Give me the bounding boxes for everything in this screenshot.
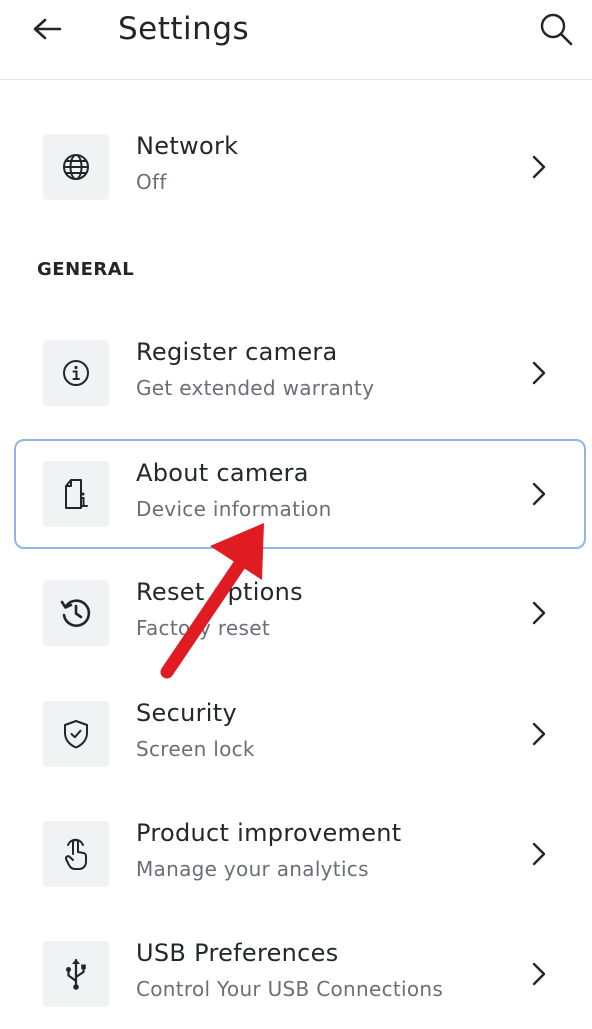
icon-container [43, 701, 109, 767]
arrow-left-icon [33, 18, 62, 40]
settings-item-network[interactable]: Network Off [14, 112, 586, 222]
touch-icon [64, 838, 87, 870]
icon-container [43, 821, 109, 887]
settings-item-product-improvement[interactable]: Product improvement Manage your analytic… [14, 799, 586, 909]
app-header: Settings [0, 0, 592, 80]
chevron-right-icon [528, 598, 550, 628]
item-title: Product improvement [136, 819, 402, 847]
chevron-right-icon [528, 152, 550, 182]
usb-icon [66, 958, 86, 990]
back-button[interactable] [30, 12, 64, 46]
item-title: Reset options [136, 578, 303, 606]
item-subtitle: Device information [136, 497, 332, 521]
item-title: About camera [136, 459, 309, 487]
settings-item-security[interactable]: Security Screen lock [14, 679, 586, 789]
chevron-right-icon [528, 719, 550, 749]
icon-container [43, 134, 109, 200]
settings-item-register-camera[interactable]: Register camera Get extended warranty [14, 318, 586, 428]
info-icon [63, 360, 89, 386]
settings-item-reset-options[interactable]: Reset options Factory reset [14, 558, 586, 668]
device-info-icon [65, 479, 88, 509]
section-title-general: GENERAL [37, 259, 135, 280]
item-subtitle: Factory reset [136, 616, 270, 640]
globe-icon [63, 154, 89, 180]
item-subtitle: Manage your analytics [136, 857, 369, 881]
shield-icon [64, 720, 88, 749]
item-subtitle: Screen lock [136, 737, 255, 761]
icon-container [43, 461, 109, 527]
item-title: Register camera [136, 338, 338, 366]
chevron-right-icon [528, 479, 550, 509]
item-subtitle: Off [136, 170, 167, 194]
icon-container [43, 340, 109, 406]
item-subtitle: Control Your USB Connections [136, 977, 444, 1001]
page-title: Settings [118, 11, 250, 47]
search-icon [540, 13, 573, 46]
settings-item-about-camera[interactable]: About camera Device information [14, 439, 586, 549]
settings-item-usb-preferences[interactable]: USB Preferences Control Your USB Connect… [14, 919, 586, 1029]
item-title: Network [136, 132, 239, 160]
icon-container [43, 580, 109, 646]
item-title: Security [136, 699, 237, 727]
chevron-right-icon [528, 959, 550, 989]
chevron-right-icon [528, 839, 550, 869]
chevron-right-icon [528, 358, 550, 388]
search-button[interactable] [536, 10, 576, 48]
item-subtitle: Get extended warranty [136, 376, 375, 400]
icon-container [43, 941, 109, 1007]
item-title: USB Preferences [136, 939, 339, 967]
history-icon [60, 599, 91, 627]
